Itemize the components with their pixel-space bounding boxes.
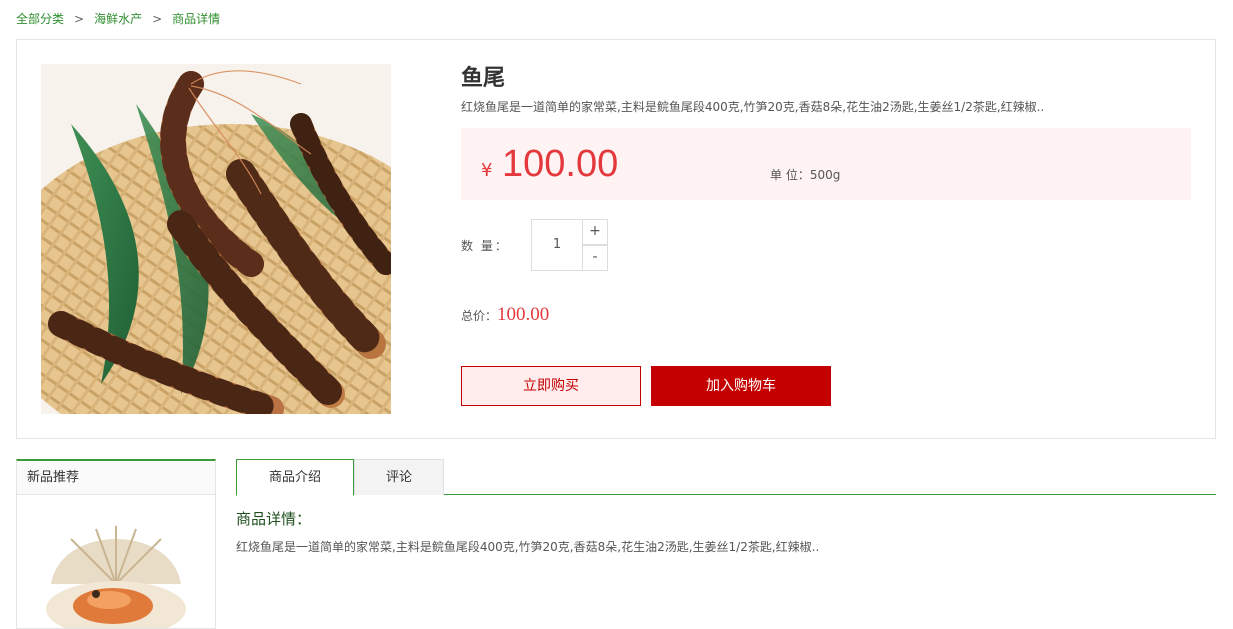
breadcrumb-all-categories[interactable]: 全部分类 bbox=[16, 12, 64, 26]
product-info: 鱼尾 红烧鱼尾是一道简单的家常菜,主料是鲩鱼尾段400克,竹笋20克,香菇8朵,… bbox=[461, 64, 1191, 406]
quantity-stepper: 数 量： 1 + - bbox=[461, 219, 761, 271]
breadcrumb-product-detail[interactable]: 商品详情 bbox=[172, 12, 220, 26]
total-value: 100.00 bbox=[497, 304, 550, 325]
breadcrumb: 全部分类 > 海鲜水产 > 商品详情 bbox=[16, 11, 220, 27]
buy-now-button[interactable]: 立即购买 bbox=[461, 366, 641, 406]
product-detail-section: 商品介绍 评论 商品详情： 红烧鱼尾是一道简单的家常菜,主料是鲩鱼尾段400克,… bbox=[236, 459, 1216, 555]
prawn-photo-icon bbox=[41, 64, 391, 414]
currency-symbol: ¥ bbox=[481, 160, 493, 181]
new-products-sidebar: 新品推荐 bbox=[16, 459, 216, 629]
unit-label: 单 位：500g bbox=[770, 168, 841, 182]
price-box: ¥ 100.00 单 位：500g bbox=[461, 128, 1191, 200]
sidebar-title: 新品推荐 bbox=[17, 461, 215, 495]
quantity-input[interactable]: 1 bbox=[531, 219, 583, 271]
product-price: 100.00 bbox=[502, 143, 619, 185]
product-title: 鱼尾 bbox=[461, 66, 506, 91]
total-label: 总价： bbox=[461, 309, 498, 323]
detail-tabs: 商品介绍 评论 bbox=[236, 459, 1216, 496]
product-description: 红烧鱼尾是一道简单的家常菜,主料是鲩鱼尾段400克,竹笋20克,香菇8朵,花生油… bbox=[461, 100, 1045, 114]
breadcrumb-seafood[interactable]: 海鲜水产 bbox=[94, 12, 142, 26]
breadcrumb-separator: > bbox=[74, 12, 85, 26]
detail-text: 红烧鱼尾是一道简单的家常菜,主料是鲩鱼尾段400克,竹笋20克,香菇8朵,花生油… bbox=[236, 540, 820, 554]
quantity-label: 数 量： bbox=[461, 239, 509, 253]
detail-heading: 商品详情： bbox=[236, 510, 312, 528]
tab-reviews[interactable]: 评论 bbox=[354, 459, 444, 495]
product-image bbox=[41, 64, 391, 414]
product-panel: 鱼尾 红烧鱼尾是一道简单的家常菜,主料是鲩鱼尾段400克,竹笋20克,香菇8朵,… bbox=[16, 39, 1216, 439]
quantity-minus-button[interactable]: - bbox=[582, 245, 608, 271]
breadcrumb-separator: > bbox=[152, 12, 163, 26]
tab-product-intro[interactable]: 商品介绍 bbox=[236, 459, 354, 496]
quantity-plus-button[interactable]: + bbox=[582, 219, 608, 245]
recommended-product-image[interactable] bbox=[41, 514, 191, 628]
total-price: 总价：100.00 bbox=[461, 304, 549, 326]
add-to-cart-button[interactable]: 加入购物车 bbox=[651, 366, 831, 406]
scallop-photo-icon bbox=[41, 514, 191, 628]
